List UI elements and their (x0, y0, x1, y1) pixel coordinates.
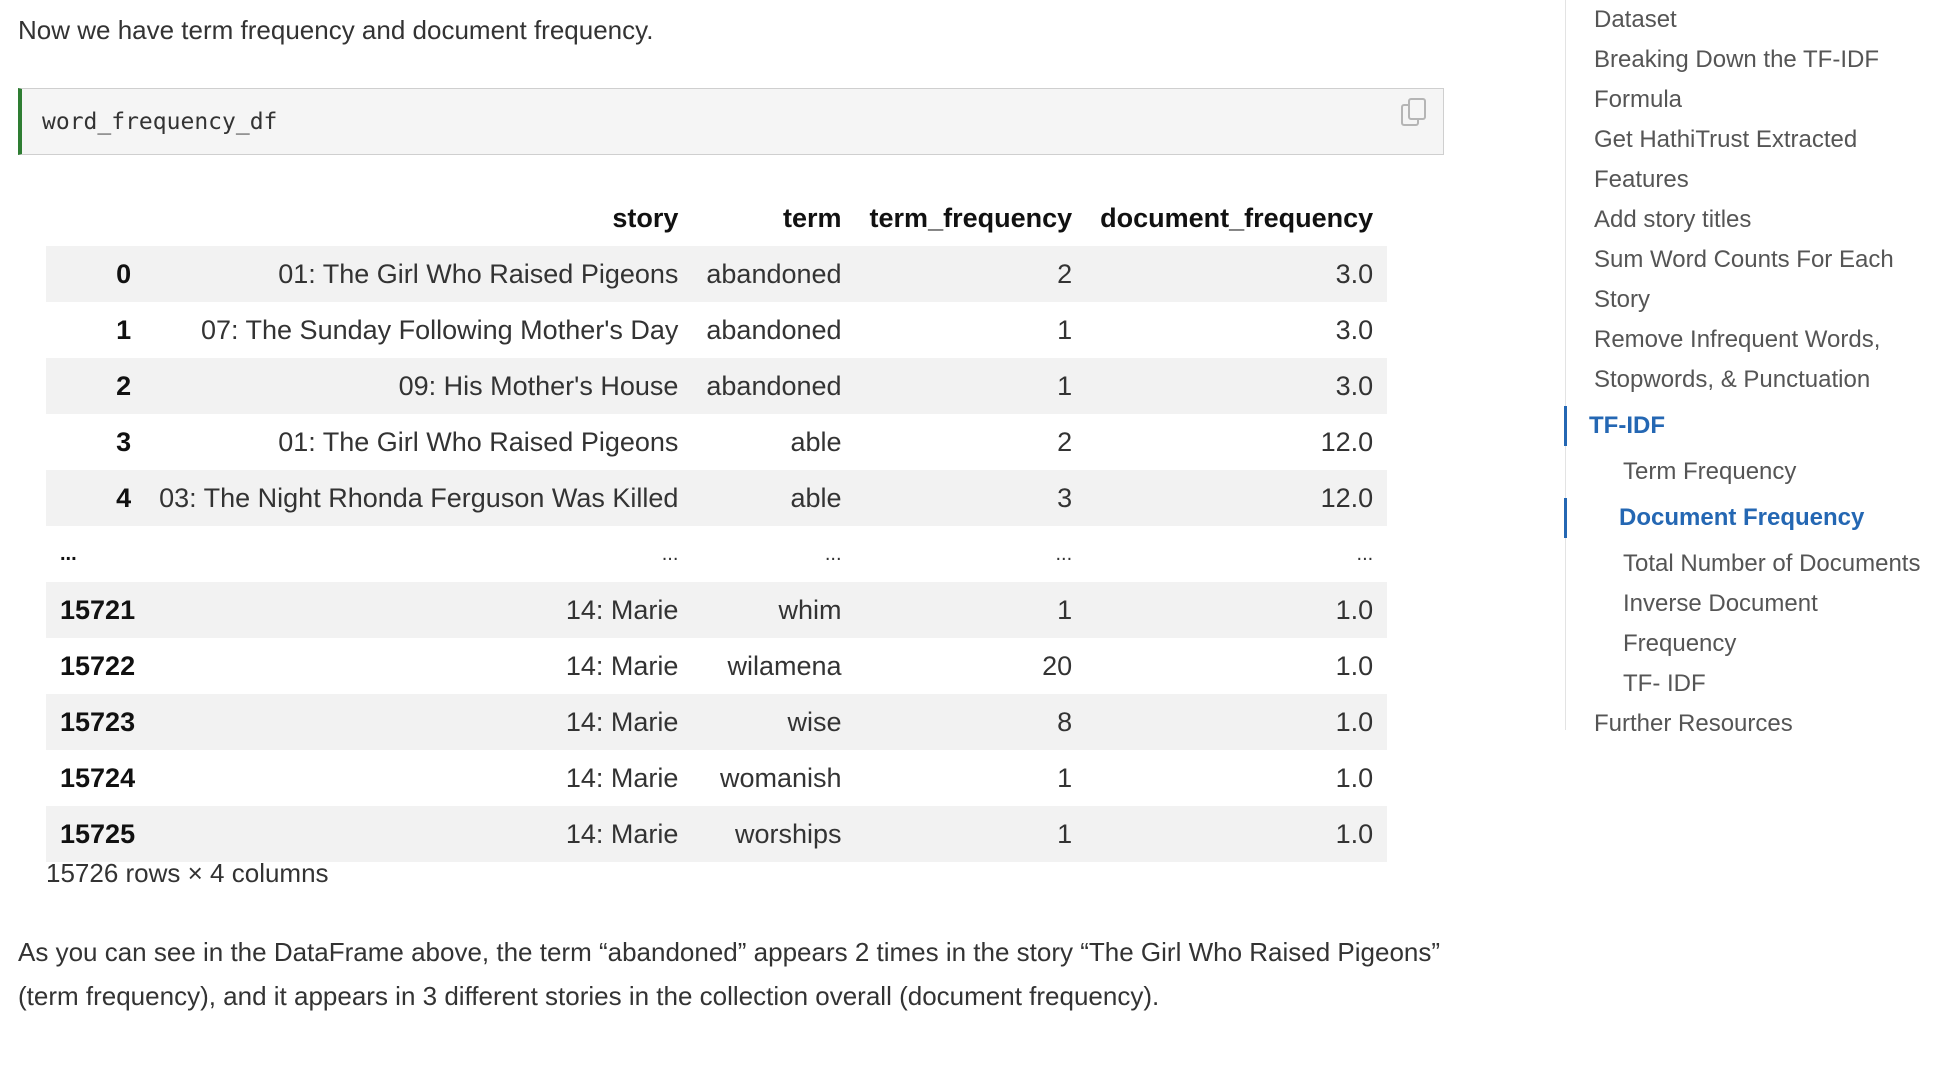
row-index: ... (60, 542, 77, 565)
column-header: term_frequency (869, 202, 1073, 233)
row-index: 15721 (60, 594, 136, 625)
table-row: 1 07: The Sunday Following Mother's Day ab… (46, 302, 1387, 358)
cell-document-frequency: 3.0 (1335, 314, 1374, 345)
table-row: 15722 14: Marie wilamena 20 1.0 (46, 638, 1387, 694)
cell-term-frequency: 1 (1057, 314, 1073, 345)
cell-term-frequency: 2 (1057, 258, 1073, 289)
cell-document-frequency: ... (1356, 542, 1374, 565)
toc-item-breaking-down-the-tf-idf-formula[interactable]: Breaking Down the TF-IDF Formula (1566, 40, 1894, 120)
table-row: 15723 14: Marie wise 8 1.0 (46, 694, 1388, 750)
cell-term-frequency: 8 (1057, 706, 1073, 737)
cell-term-frequency: 1 (1057, 818, 1073, 849)
column-header: document_frequency (1100, 202, 1374, 233)
cell-story: 07: The Sunday Following Mother's Day (200, 314, 679, 345)
cell-document-frequency: 3.0 (1335, 370, 1374, 401)
toc-item-remove-infrequent-words-stopwords-punctuation[interactable]: Remove Infrequent Words, Stopwords, & Pu… (1566, 320, 1894, 400)
table-row: 3 01: The Girl Who Raised Pigeons able 2 12.… (46, 414, 1387, 470)
row-index: 0 (116, 258, 132, 289)
cell-document-frequency: 1.0 (1335, 650, 1374, 681)
toc-item-document-frequency[interactable]: Document Frequency (1564, 498, 1919, 538)
table-row: 15721 14: Marie whim 1 1.0 (46, 582, 1388, 638)
cell-story: 14: Marie (565, 706, 679, 737)
cell-story: 09: His Mother's House (398, 370, 679, 401)
cell-term: wilamena (727, 650, 842, 681)
row-index: 15722 (60, 650, 136, 681)
row-index: 15723 (60, 706, 136, 737)
cell-term: worships (735, 818, 842, 849)
table-row: 2 09: His Mother's House abandoned 1 3.0 (46, 358, 1388, 414)
cell-term: able (790, 482, 842, 513)
cell-story: ... (661, 542, 679, 565)
cell-document-frequency: 1.0 (1335, 594, 1374, 625)
column-header: story (612, 202, 679, 233)
cell-document-frequency: 1.0 (1335, 818, 1374, 849)
row-index: 15725 (60, 818, 136, 849)
cell-term: ... (824, 542, 842, 565)
index-header (46, 190, 145, 246)
toc-item-total-number-of-documents[interactable]: Total Number of Documents (1566, 544, 1923, 584)
cell-term-frequency: 3 (1057, 482, 1073, 513)
code-text: word_frequency_df (42, 109, 278, 135)
cell-term-frequency: 1 (1057, 594, 1073, 625)
toc-item-tf-idf[interactable]: TF-IDF (1564, 406, 1889, 446)
cell-document-frequency: 1.0 (1335, 762, 1374, 793)
cell-term: abandoned (706, 258, 842, 289)
cell-story: 01: The Girl Who Raised Pigeons (278, 426, 679, 457)
cell-story: 14: Marie (565, 594, 679, 625)
cell-story: 14: Marie (565, 650, 679, 681)
toc-item-get-hathitrust-extracted-features[interactable]: Get HathiTrust Extracted Features (1566, 120, 1894, 200)
cell-term-frequency: ... (1055, 542, 1073, 565)
row-index: 3 (116, 426, 132, 457)
row-index: 2 (116, 370, 132, 401)
copy-icon[interactable] (1397, 95, 1431, 129)
explanation-paragraph: As you can see in the DataFrame above, t… (18, 937, 1441, 1011)
cell-document-frequency: 12.0 (1320, 482, 1374, 513)
table-row: 0 01: The Girl Who Raised Pigeons abandone… (46, 246, 1388, 302)
cell-term: wise (787, 706, 842, 737)
cell-term-frequency: 20 (1042, 650, 1073, 681)
table-header-row: story term term_frequency document_frequ… (46, 190, 1387, 246)
table-of-contents: Dataset Breaking Down the TF-IDF Formula G… (1564, 0, 1960, 737)
cell-term: womanish (719, 762, 842, 793)
cell-document-frequency: 12.0 (1320, 426, 1374, 457)
cell-term: able (790, 426, 842, 457)
cell-story: 01: The Girl Who Raised Pigeons (278, 258, 679, 289)
row-index: 15724 (60, 762, 136, 793)
cell-document-frequency: 1.0 (1335, 706, 1374, 737)
code-cell[interactable]: word_frequency_df (18, 88, 1444, 155)
row-index: 1 (116, 314, 132, 345)
cell-story: 03: The Night Rhonda Ferguson Was Killed (159, 482, 679, 513)
dataframe-shape: 15726 rows × 4 columns (46, 858, 329, 888)
intro-text: Now we have term frequency and document … (18, 15, 654, 45)
toc-item-further-resources[interactable]: Further Resources (1566, 704, 1894, 744)
ellipsis-row: ............... (46, 526, 1388, 582)
cell-term: abandoned (706, 314, 842, 345)
row-index: 4 (116, 482, 132, 513)
cell-term-frequency: 1 (1057, 762, 1073, 793)
toc-item-inverse-document-frequency[interactable]: Inverse Document Frequency (1566, 584, 1923, 664)
cell-term-frequency: 1 (1057, 370, 1073, 401)
table-row: 15724 14: Marie womanish 1 1.0 (46, 750, 1387, 806)
table-row: 4 03: The Night Rhonda Ferguson Was Kille… (46, 470, 1388, 526)
cell-story: 14: Marie (565, 818, 679, 849)
toc-item-add-story-titles[interactable]: Add story titles (1566, 200, 1894, 240)
cell-term: abandoned (706, 370, 842, 401)
toc-item-term-frequency[interactable]: Term Frequency (1566, 452, 1923, 492)
cell-term: whim (778, 594, 842, 625)
table-row: 15725 14: Marie worships 1 1.0 (46, 806, 1388, 862)
toc-item-sum-word-counts-for-each-story[interactable]: Sum Word Counts For Each Story (1566, 240, 1894, 320)
cell-story: 14: Marie (565, 762, 679, 793)
cell-term-frequency: 2 (1057, 426, 1073, 457)
dataframe-table: story term term_frequency document_frequ… (46, 190, 1388, 862)
toc-item-dataset[interactable]: Dataset (1566, 0, 1894, 40)
cell-document-frequency: 3.0 (1335, 258, 1374, 289)
toc-item-tf-idf[interactable]: TF- IDF (1566, 664, 1923, 704)
column-header: term (783, 202, 842, 233)
